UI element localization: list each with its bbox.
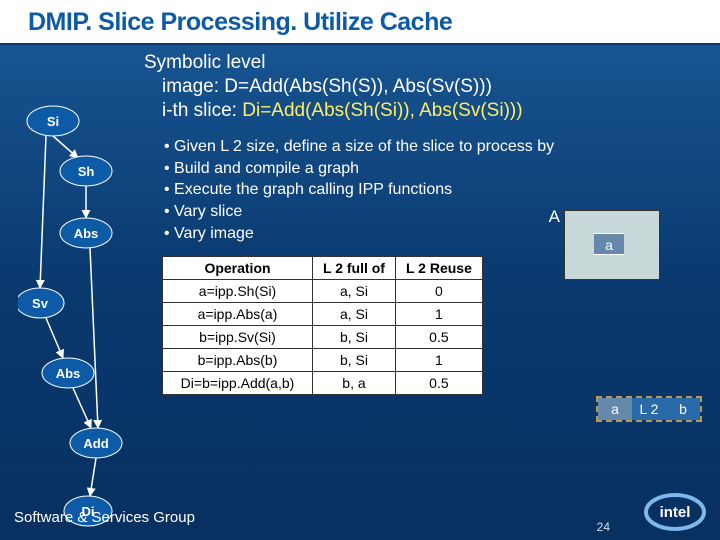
title-band: DMIP. Slice Processing. Utilize Cache <box>0 0 720 45</box>
symbolic-block: Symbolic level image: D=Add(Abs(Sh(S)), … <box>144 51 710 122</box>
symbolic-heading: Symbolic level <box>144 51 710 75</box>
flow-diagram: Si Sh Abs Sv Abs Add Di <box>18 103 148 538</box>
reuse-strip: a L 2 b <box>596 396 702 422</box>
strip-cell-b: b <box>666 398 700 420</box>
cell-op: a=ipp.Abs(a) <box>163 303 313 326</box>
cell-reuse: 1 <box>395 349 482 372</box>
table-row: Di=b=ipp.Add(a,b) b, a 0.5 <box>163 372 483 395</box>
footer-group: Software & Services Group <box>14 509 195 526</box>
table-row: a=ipp.Sh(Si) a, Si 0 <box>163 280 483 303</box>
cell-reuse: 0 <box>395 280 482 303</box>
th-l2-full: L 2 full of <box>313 257 396 280</box>
cell-op: b=ipp.Sv(Si) <box>163 326 313 349</box>
cell-op: a=ipp.Sh(Si) <box>163 280 313 303</box>
slide-title: DMIP. Slice Processing. Utilize Cache <box>28 8 720 37</box>
cell-full: b, a <box>313 372 396 395</box>
intel-logo-icon: intel <box>644 492 706 532</box>
cell-full: a, Si <box>313 303 396 326</box>
symbolic-slice-line: i-th slice: Di=Add(Abs(Sh(Si)), Abs(Sv(S… <box>162 99 710 123</box>
cell-op: b=ipp.Abs(b) <box>163 349 313 372</box>
node-sv: Sv <box>32 296 49 311</box>
slice-expr: Di=Add(Abs(Sh(Si)), Abs(Sv(Si))) <box>242 100 522 121</box>
cell-full: b, Si <box>313 326 396 349</box>
bullet-item: Build and compile a graph <box>164 158 710 180</box>
intel-logo-text: intel <box>660 504 691 521</box>
cell-reuse: 1 <box>395 303 482 326</box>
cell-full: b, Si <box>313 349 396 372</box>
bullet-item: Execute the graph calling IPP functions <box>164 179 710 201</box>
cell-reuse: 0.5 <box>395 372 482 395</box>
node-sh: Sh <box>78 164 95 179</box>
table-row: a=ipp.Abs(a) a, Si 1 <box>163 303 483 326</box>
flow-svg: Si Sh Abs Sv Abs Add Di <box>18 103 148 533</box>
cell-reuse: 0.5 <box>395 326 482 349</box>
operations-table: Operation L 2 full of L 2 Reuse a=ipp.Sh… <box>162 256 483 395</box>
th-operation: Operation <box>163 257 313 280</box>
cell-full: a, Si <box>313 280 396 303</box>
slice-prefix: i-th slice: <box>162 100 242 121</box>
strip-cell-a: a <box>598 398 632 420</box>
label-lowercase-a: a <box>594 233 624 255</box>
cell-op: Di=b=ipp.Add(a,b) <box>163 372 313 395</box>
node-add: Add <box>83 436 108 451</box>
node-abs1: Abs <box>74 226 99 241</box>
table-row: b=ipp.Abs(b) b, Si 1 <box>163 349 483 372</box>
slide-number: 24 <box>597 520 610 534</box>
bullet-item: Given L 2 size, define a size of the sli… <box>164 136 710 158</box>
strip-cell-l2: L 2 <box>632 398 666 420</box>
node-abs2: Abs <box>56 366 81 381</box>
th-l2-reuse: L 2 Reuse <box>395 257 482 280</box>
table-row: b=ipp.Sv(Si) b, Si 0.5 <box>163 326 483 349</box>
symbolic-image-line: image: D=Add(Abs(Sh(S)), Abs(Sv(S))) <box>162 75 710 99</box>
label-uppercase-a: A <box>549 207 560 227</box>
node-si: Si <box>47 114 59 129</box>
